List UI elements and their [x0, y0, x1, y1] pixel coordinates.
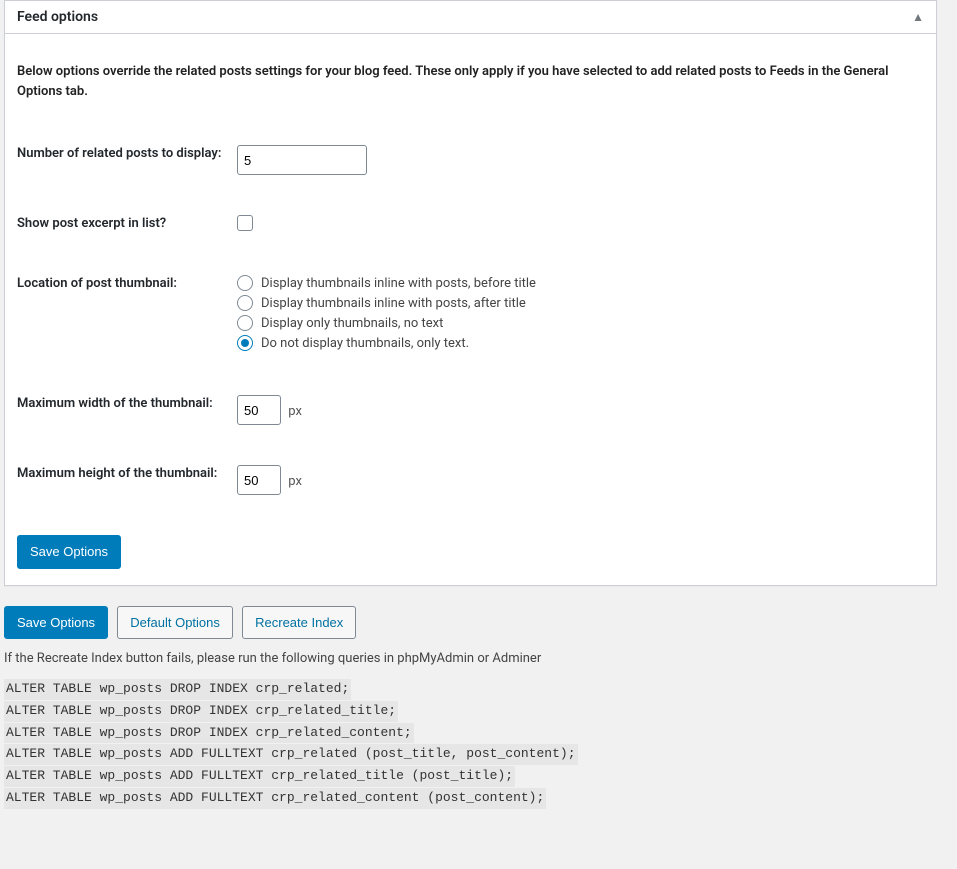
thumb-location-radio-before[interactable] [237, 275, 253, 291]
thumb-location-label: Display thumbnails inline with posts, be… [261, 276, 536, 291]
recreate-index-button[interactable]: Recreate Index [242, 606, 356, 640]
thumb-location-label: Display only thumbnails, no text [261, 316, 443, 331]
thumb-location-label: Display thumbnails inline with posts, af… [261, 296, 526, 311]
unit-label: px [288, 404, 302, 419]
max-height-input[interactable] [237, 465, 281, 495]
max-width-input[interactable] [237, 395, 281, 425]
max-height-label: Maximum height of the thumbnail: [17, 445, 237, 515]
unit-label: px [288, 474, 302, 489]
thumb-location-radio-text-only[interactable] [237, 335, 253, 351]
sql-line: ALTER TABLE wp_posts DROP INDEX crp_rela… [4, 701, 398, 722]
num-posts-label: Number of related posts to display: [17, 125, 237, 195]
panel-header[interactable]: Feed options ▲ [5, 1, 936, 34]
max-width-label: Maximum width of the thumbnail: [17, 375, 237, 445]
footer-buttons: Save Options Default Options Recreate In… [4, 606, 937, 640]
sql-line: ALTER TABLE wp_posts DROP INDEX crp_rela… [4, 679, 351, 700]
panel-body: Below options override the related posts… [5, 34, 936, 585]
panel-description: Below options override the related posts… [17, 62, 924, 101]
settings-table: Number of related posts to display: Show… [17, 125, 924, 515]
sql-block: ALTER TABLE wp_posts DROP INDEX crp_rela… [4, 679, 937, 810]
thumb-location-radio-only-thumbs[interactable] [237, 315, 253, 331]
sql-line: ALTER TABLE wp_posts ADD FULLTEXT crp_re… [4, 788, 546, 809]
sql-line: ALTER TABLE wp_posts DROP INDEX crp_rela… [4, 723, 414, 744]
default-options-button[interactable]: Default Options [117, 606, 233, 640]
num-posts-input[interactable] [237, 145, 367, 175]
feed-options-panel: Feed options ▲ Below options override th… [4, 0, 937, 586]
panel-title: Feed options [17, 9, 98, 25]
location-label: Location of post thumbnail: [17, 255, 237, 375]
collapse-icon[interactable]: ▲ [912, 10, 924, 24]
sql-line: ALTER TABLE wp_posts ADD FULLTEXT crp_re… [4, 766, 515, 787]
thumb-location-label: Do not display thumbnails, only text. [261, 336, 469, 351]
save-button[interactable]: Save Options [17, 535, 121, 569]
show-excerpt-checkbox[interactable] [237, 215, 253, 231]
footer-note: If the Recreate Index button fails, plea… [4, 651, 937, 666]
sql-line: ALTER TABLE wp_posts ADD FULLTEXT crp_re… [4, 744, 578, 765]
thumb-location-radio-after[interactable] [237, 295, 253, 311]
footer-save-button[interactable]: Save Options [4, 606, 108, 640]
show-excerpt-label: Show post excerpt in list? [17, 195, 237, 255]
